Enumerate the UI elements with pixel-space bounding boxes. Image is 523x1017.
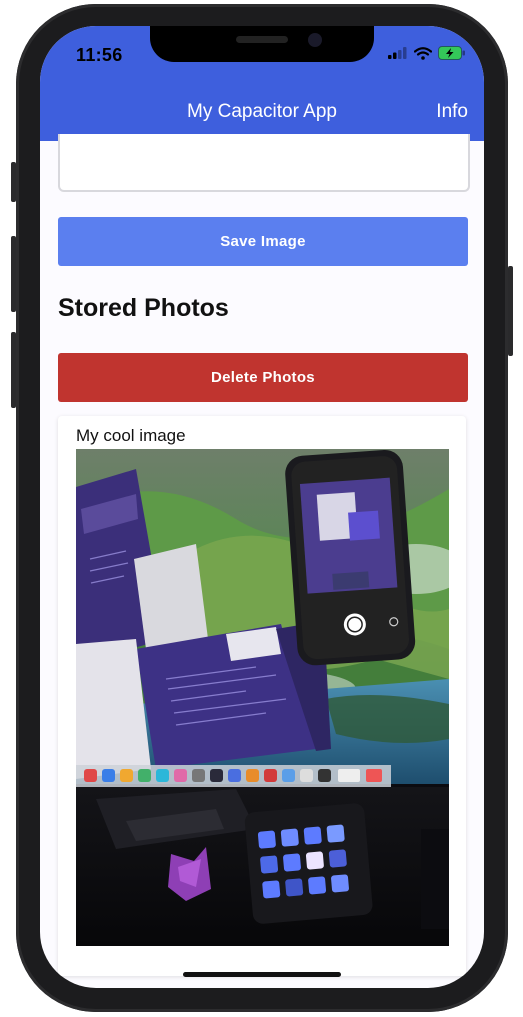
speaker bbox=[236, 36, 288, 43]
wifi-icon bbox=[414, 46, 432, 60]
mute-switch bbox=[11, 162, 16, 202]
stored-photo[interactable] bbox=[76, 449, 449, 946]
page-title: My Capacitor App bbox=[187, 101, 337, 122]
photo-image bbox=[76, 449, 449, 946]
front-camera bbox=[308, 33, 322, 47]
battery-charging-icon bbox=[438, 46, 465, 60]
screen: 11:56 My Capacitor App Info Save Image S… bbox=[40, 26, 484, 988]
delete-photos-button[interactable]: Delete Photos bbox=[58, 353, 468, 402]
volume-up-button bbox=[11, 236, 16, 312]
power-button bbox=[508, 266, 513, 356]
volume-down-button bbox=[11, 332, 16, 408]
app-header: 11:56 My Capacitor App Info bbox=[40, 26, 484, 141]
stored-photos-heading: Stored Photos bbox=[58, 294, 229, 322]
image-input-field[interactable] bbox=[58, 134, 470, 192]
photo-card: My cool image bbox=[58, 416, 466, 976]
notch bbox=[150, 26, 374, 62]
status-icons bbox=[388, 46, 466, 60]
cellular-signal-icon bbox=[388, 47, 407, 59]
info-button[interactable]: Info bbox=[436, 101, 468, 123]
home-indicator[interactable] bbox=[183, 972, 341, 977]
photo-caption: My cool image bbox=[76, 426, 186, 445]
save-image-button[interactable]: Save Image bbox=[58, 217, 468, 266]
status-time: 11:56 bbox=[76, 45, 123, 65]
